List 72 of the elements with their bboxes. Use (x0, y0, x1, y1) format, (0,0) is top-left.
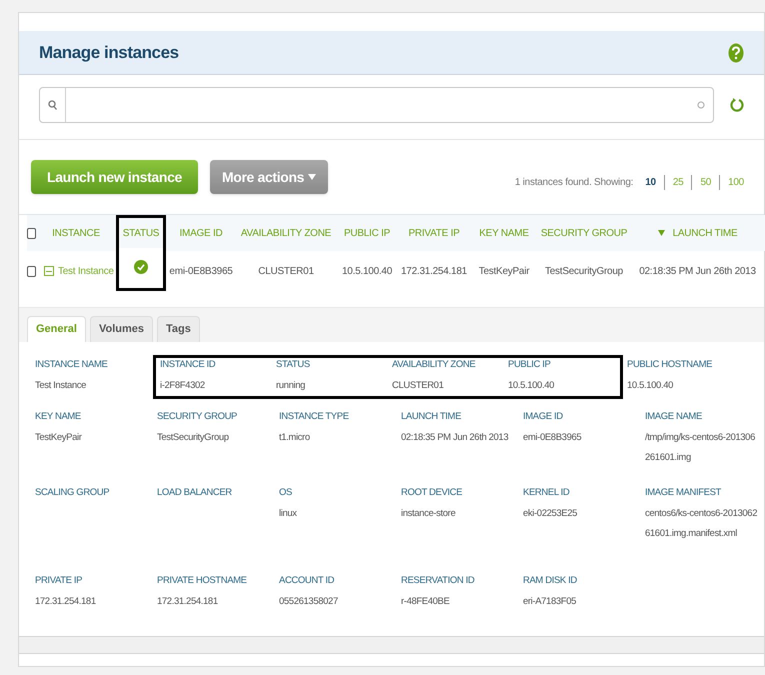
checkbox[interactable] (27, 228, 36, 238)
sort-arrow-icon[interactable] (658, 230, 665, 236)
field-value: 10.5.100.40 (508, 379, 556, 394)
field-label: INSTANCE ID (160, 358, 216, 372)
caret-icon (308, 174, 316, 180)
field-value: instance-store (401, 507, 456, 522)
field-value: emi-0E8B3965 (523, 431, 582, 446)
field-label: SECURITY GROUP (157, 410, 238, 424)
field-value: 02:18:35 PM Jun 26th 2013 (401, 431, 510, 446)
field-value: i-2F8F4302 (160, 379, 206, 394)
field-label: STATUS (276, 358, 311, 372)
search-field[interactable] (39, 87, 714, 123)
field-label: LAUNCH TIME (401, 410, 462, 424)
refresh-icon[interactable] (730, 97, 744, 113)
field-label: INSTANCE NAME (35, 358, 108, 372)
field-value: centos6/ks-centos6-201306261601.img.manifest.xml (645, 507, 758, 542)
field-value: Test Instance (35, 379, 88, 394)
field-value: t1.micro (279, 431, 311, 446)
page-size-link[interactable]: 100 (719, 175, 752, 190)
collapse-toggle[interactable] (44, 266, 54, 276)
table-cell-text: emi-0E8B3965 (169, 264, 233, 278)
field-label: RESERVATION ID (401, 574, 476, 588)
field-label: PRIVATE HOSTNAME (157, 574, 248, 588)
page-title: Manage instances (39, 42, 179, 64)
launch-button[interactable]: Launch new instance (31, 160, 198, 194)
field-label: INSTANCE TYPE (279, 410, 350, 424)
field-value: r-48FE40BE (401, 595, 450, 610)
detail-tab[interactable]: Volumes (90, 316, 153, 342)
field-label: SCALING GROUP (35, 486, 110, 500)
help-icon[interactable] (728, 42, 744, 62)
field-label: ROOT DEVICE (401, 486, 464, 500)
table-cell-text: CLUSTER01 (258, 264, 314, 278)
table-cell-text: TestKeyPair (478, 264, 530, 278)
detail-tab[interactable]: General (27, 316, 86, 342)
field-value: eri-A7183F05 (523, 595, 578, 610)
field-label: KERNEL ID (523, 486, 570, 500)
field-value: CLUSTER01 (392, 379, 444, 394)
result-summary: 1 instances found. Showing: (514, 176, 634, 190)
field-value: 172.31.254.181 (157, 595, 219, 610)
field-label: PRIVATE IP (35, 574, 84, 588)
field-label: IMAGE ID (523, 410, 564, 424)
field-label: AVAILABILITY ZONE (392, 358, 476, 372)
field-value: 10.5.100.40 (627, 379, 674, 394)
table-cell-text: 02:18:35 PM Jun 26th 2013 (639, 264, 756, 278)
field-label: OS (279, 486, 293, 500)
table-cell-text: TestSecurityGroup (544, 264, 623, 278)
field-label: KEY NAME (35, 410, 82, 424)
field-value: /tmp/img/ks-centos6-201306261601.img (645, 431, 756, 466)
field-label: RAM DISK ID (523, 574, 578, 588)
field-value: TestSecurityGroup (157, 431, 230, 446)
detail-tab[interactable]: Tags (157, 316, 200, 342)
field-value: running (276, 379, 306, 394)
field-label: PUBLIC HOSTNAME (627, 358, 714, 372)
table-cell-text: 10.5.100.40 (342, 264, 392, 278)
field-label: IMAGE NAME (645, 410, 703, 424)
field-value: 172.31.254.181 (35, 595, 97, 610)
field-label: ACCOUNT ID (279, 574, 336, 588)
field-value: 055261358027 (279, 595, 339, 610)
page-size-link[interactable]: 10 (637, 175, 664, 190)
table-cell-text: 172.31.254.181 (400, 264, 467, 278)
field-value: TestKeyPair (35, 431, 83, 446)
checkbox[interactable] (27, 266, 36, 276)
search-icon (48, 100, 57, 110)
instance-link[interactable]: Test Instance (58, 264, 114, 278)
field-value: eki-02253E25 (523, 507, 578, 522)
field-value: linux (279, 507, 298, 522)
field-label: PUBLIC IP (508, 358, 552, 372)
field-label: LOAD BALANCER (157, 486, 233, 500)
clear-icon[interactable] (697, 101, 705, 109)
page-size-link[interactable]: 50 (691, 175, 720, 190)
page-size-link[interactable]: 25 (664, 175, 692, 190)
field-label: IMAGE MANIFEST (645, 486, 722, 500)
